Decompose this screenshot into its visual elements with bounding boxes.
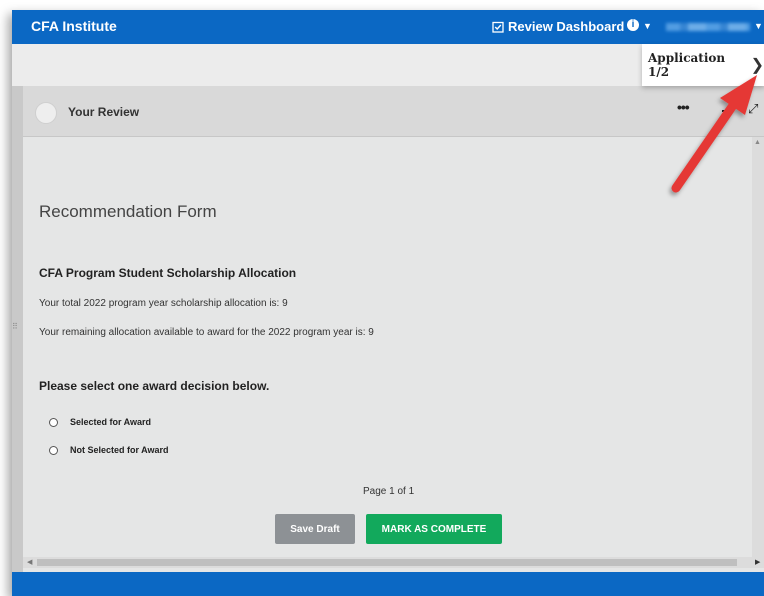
info-caret-icon[interactable]: ▼ (643, 21, 652, 31)
review-dashboard-link[interactable]: Review Dashboard (492, 19, 624, 34)
option-label: Not Selected for Award (70, 445, 169, 455)
scroll-up-icon[interactable]: ▲ (754, 139, 761, 146)
remaining-allocation-text: Your remaining allocation available to a… (39, 327, 374, 338)
brand-logo[interactable]: CFA Institute (31, 18, 117, 34)
mark-as-complete-button[interactable]: MARK AS COMPLETE (366, 514, 502, 544)
review-form: Recommendation Form CFA Program Student … (23, 137, 752, 557)
total-allocation-text: Your total 2022 program year scholarship… (39, 298, 288, 309)
application-navigator: Application 1/2 ❯ (642, 44, 764, 86)
option-label: Selected for Award (70, 417, 152, 427)
expand-icon[interactable]: ⤢ (748, 101, 758, 117)
vertical-scrollbar[interactable]: ▲ (752, 137, 764, 557)
application-counter: Application 1/2 (648, 51, 726, 79)
panel-header: Your Review ••• ⤢ (23, 86, 764, 137)
grip-icon[interactable]: ⠿ (12, 322, 18, 331)
minimize-icon[interactable] (722, 110, 732, 112)
info-icon[interactable]: i (627, 19, 639, 31)
review-dashboard-label: Review Dashboard (508, 19, 625, 34)
option-not-selected-for-award[interactable]: Not Selected for Award (49, 445, 169, 455)
panel-title: Your Review (68, 105, 140, 119)
scroll-right-icon[interactable]: ▶ (755, 558, 760, 566)
footer-bar (12, 572, 764, 596)
save-draft-button[interactable]: Save Draft (275, 514, 355, 544)
page-indicator: Page 1 of 1 (363, 486, 415, 497)
form-heading: Recommendation Form (39, 202, 217, 221)
more-options-icon[interactable]: ••• (677, 99, 690, 115)
chevron-right-icon[interactable]: ❯ (751, 55, 764, 75)
resize-gutter[interactable]: ⠿ (12, 86, 23, 576)
scroll-thumb[interactable] (37, 559, 737, 566)
scroll-left-icon[interactable]: ◀ (27, 558, 32, 566)
award-question: Please select one award decision below. (39, 379, 270, 393)
option-selected-for-award[interactable]: Selected for Award (49, 417, 151, 427)
radio-selected-for-award[interactable] (49, 417, 58, 427)
clipboard-check-icon (492, 21, 504, 33)
section-title: CFA Program Student Scholarship Allocati… (39, 266, 297, 280)
user-menu[interactable] (666, 23, 750, 31)
avatar (35, 102, 57, 124)
radio-not-selected-for-award[interactable] (49, 445, 58, 455)
top-bar: CFA Institute Review Dashboard i ▼ ▼ (12, 10, 764, 44)
user-caret-icon[interactable]: ▼ (754, 21, 763, 31)
app-window: CFA Institute Review Dashboard i ▼ ▼ App… (12, 10, 764, 596)
horizontal-scrollbar[interactable]: ◀ ▶ (23, 557, 764, 568)
